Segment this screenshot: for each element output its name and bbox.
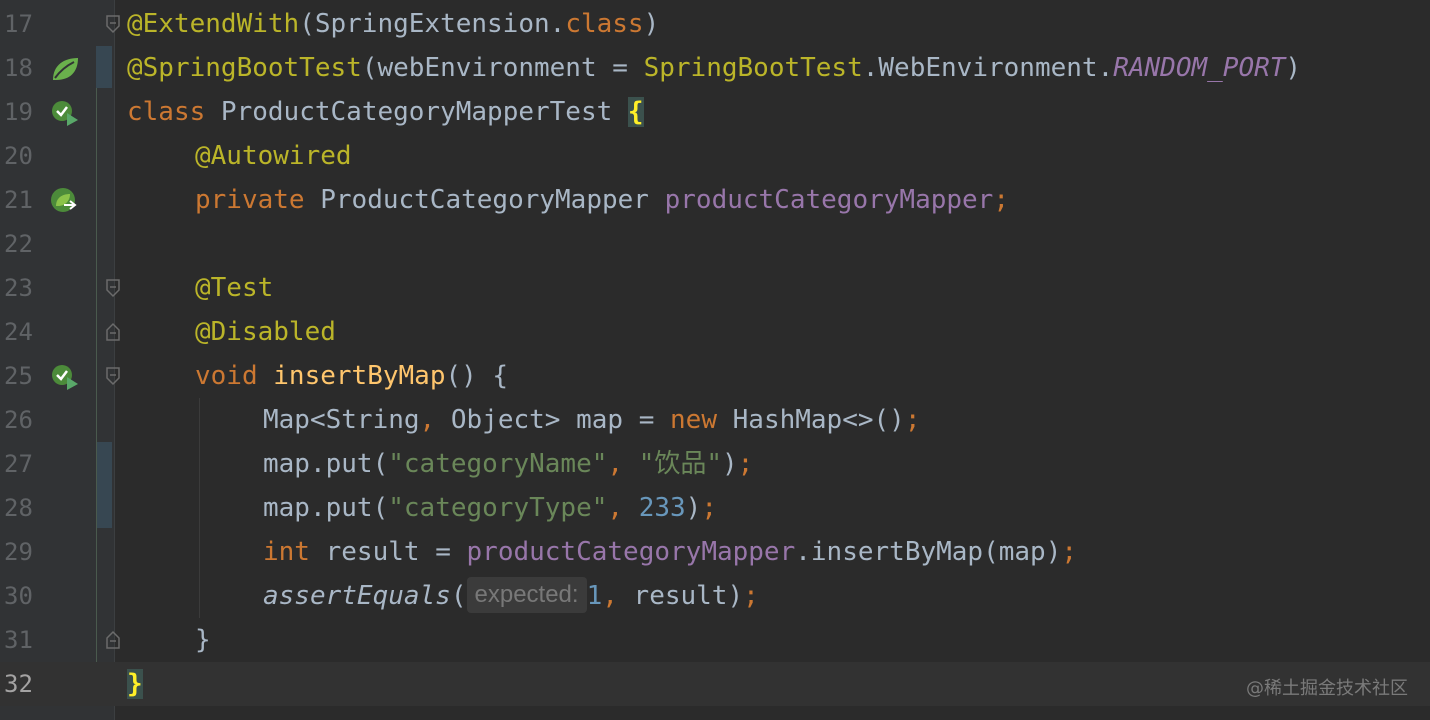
fold-close-icon[interactable] [105,322,121,342]
code-line[interactable]: 23 @Test [0,266,1430,310]
current-code-line[interactable]: 32 } [0,662,1430,706]
line-number: 23 [4,274,33,302]
code-text: Map<String, Object> map = new HashMap<>(… [263,405,921,435]
code-text: void insertByMap() { [195,361,509,391]
code-line[interactable]: 26 Map<String, Object> map = new HashMap… [0,398,1430,442]
line-number: 17 [4,10,33,38]
watermark: @稀土掘金技术社区 [1246,678,1408,699]
line-number: 31 [4,626,33,654]
code-line[interactable]: 31 } [0,618,1430,662]
code-line[interactable]: 22 [0,222,1430,266]
fold-open-icon[interactable] [105,366,121,386]
leaf-icon[interactable] [50,55,80,83]
code-text: map.put("categoryName", "饮品"); [263,449,754,479]
line-number: 25 [4,362,33,390]
line-number: 26 [4,406,33,434]
matched-brace: { [627,97,644,127]
fold-close-icon[interactable] [105,630,121,650]
code-text: @SpringBootTest(webEnvironment = SpringB… [127,53,1302,83]
line-number: 18 [4,54,33,82]
line-number: 21 [4,186,33,214]
code-text: @Autowired [195,141,352,171]
line-number: 19 [4,98,33,126]
fold-open-icon[interactable] [105,14,121,34]
line-number: 27 [4,450,33,478]
code-line[interactable]: 25 void insertByMap() { [0,354,1430,398]
line-number: 20 [4,142,33,170]
line-number: 22 [4,230,33,258]
code-line[interactable]: 24 @Disabled [0,310,1430,354]
code-editor[interactable]: 17 @ExtendWith(SpringExtension.class) 18… [0,0,1430,720]
code-text: @Disabled [195,317,336,347]
run-test-icon[interactable] [50,99,80,127]
code-line[interactable]: 30 assertEquals(expected: 1, result); [0,574,1430,618]
line-number: 32 [4,670,33,698]
code-line[interactable]: 17 @ExtendWith(SpringExtension.class) [0,2,1430,46]
line-number: 29 [4,538,33,566]
navigate-bean-icon[interactable] [50,187,80,215]
code-text: map.put("categoryType", 233); [263,493,717,523]
code-line[interactable]: 29 int result = productCategoryMapper.in… [0,530,1430,574]
code-text: @Test [195,273,274,303]
matched-brace: } [127,669,143,699]
code-text: @ExtendWith(SpringExtension.class) [127,9,660,39]
run-test-icon[interactable] [50,363,80,391]
line-number: 28 [4,494,33,522]
code-line[interactable]: 21 private ProductCategoryMapper product… [0,178,1430,222]
code-text: } [127,662,143,706]
line-number: 24 [4,318,33,346]
fold-open-icon[interactable] [105,278,121,298]
code-text: class ProductCategoryMapperTest { [127,97,644,127]
code-text: private ProductCategoryMapper productCat… [195,185,1009,215]
code-line[interactable]: 18 @SpringBootTest(webEnvironment = Spri… [0,46,1430,90]
code-line[interactable]: 28 map.put("categoryType", 233); [0,486,1430,530]
code-line[interactable]: 27 map.put("categoryName", "饮品"); [0,442,1430,486]
code-text: } [195,625,211,655]
code-text: int result = productCategoryMapper.inser… [263,537,1078,567]
parameter-hint: expected: [466,577,587,613]
line-number: 30 [4,582,33,610]
code-line[interactable]: 19 class ProductCategoryMapperTest { [0,90,1430,134]
code-line[interactable]: 20 @Autowired [0,134,1430,178]
code-text: assertEquals(expected: 1, result); [263,574,759,618]
